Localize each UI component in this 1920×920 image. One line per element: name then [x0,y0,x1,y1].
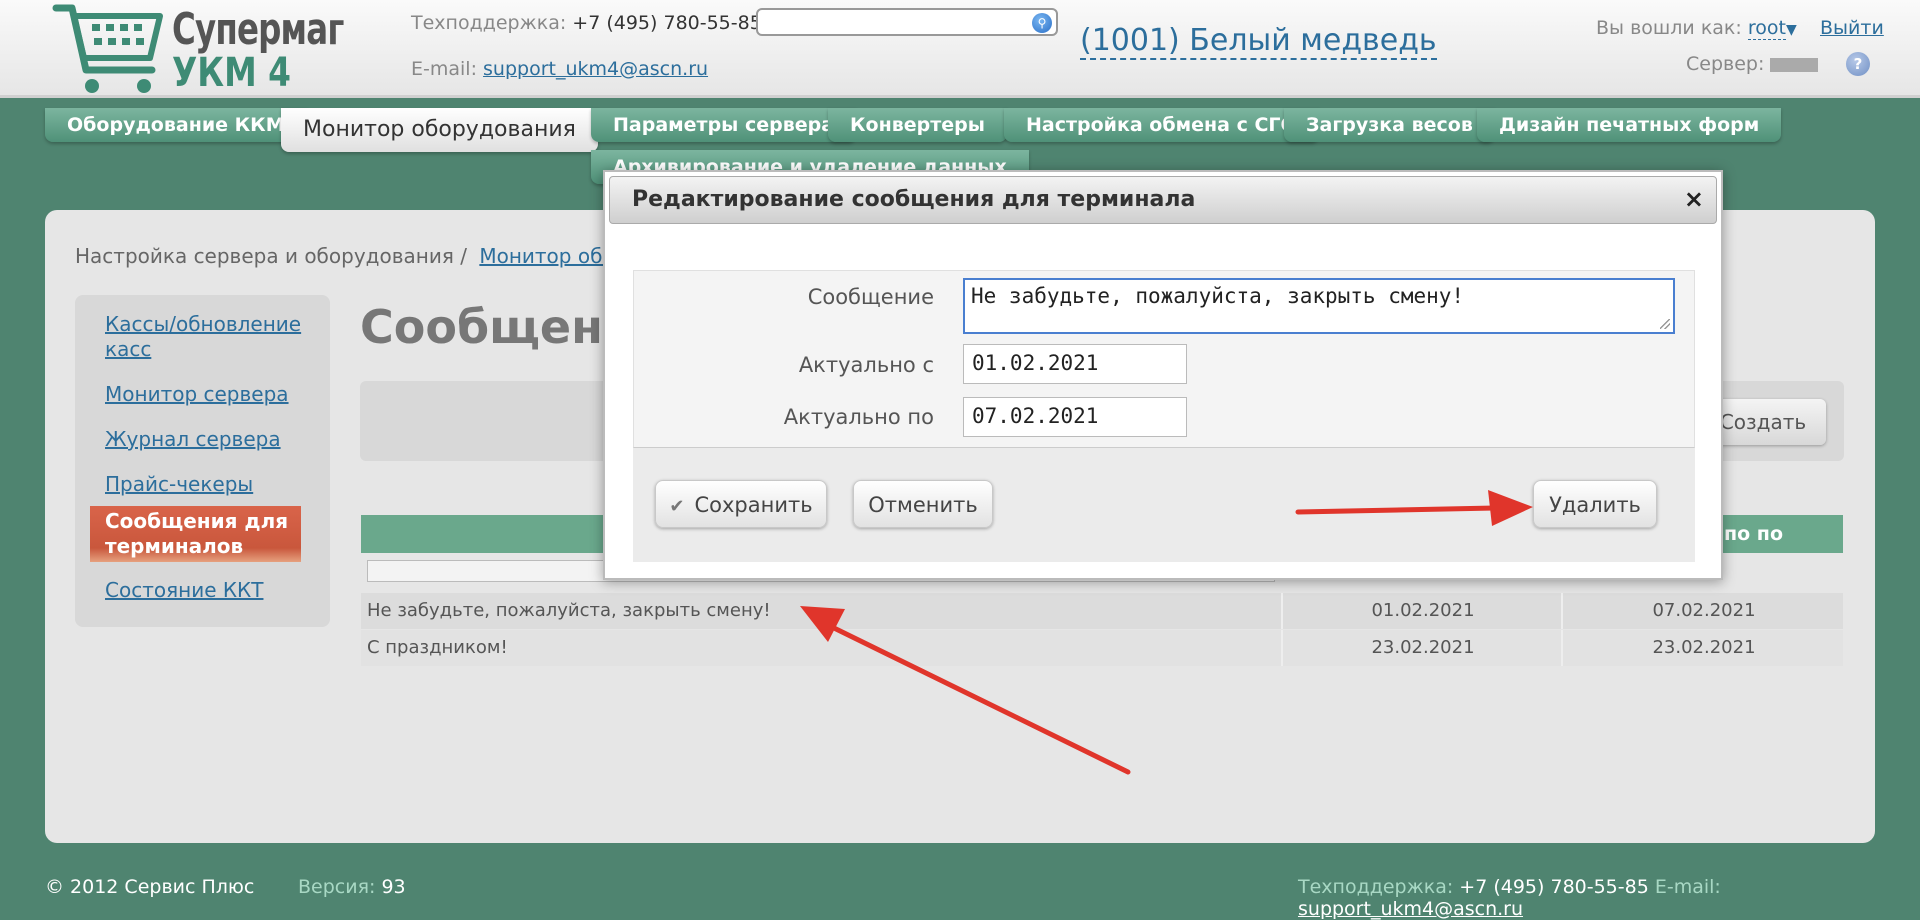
store-selector[interactable]: (1001) Белый медведь [1080,24,1437,60]
close-icon[interactable]: × [1684,185,1704,213]
dialog-form: Сообщение Не забудьте, пожалуйста, закры… [633,270,1695,448]
save-button[interactable]: ✔ Сохранить [655,480,827,528]
table-row[interactable]: Не забудьте, пожалуйста, закрыть смену! … [361,593,1843,629]
logout-link[interactable]: Выйти [1820,17,1884,39]
tab-equipment-monitor[interactable]: Монитор оборудования [281,108,598,152]
edit-message-dialog: Редактирование сообщения для терминала ×… [603,170,1723,580]
cancel-button[interactable]: Отменить [853,480,993,528]
checkmark-icon: ✔ [669,496,685,517]
from-label: Актуально с [798,353,934,377]
search-icon[interactable]: ⚲ [1032,13,1052,33]
server-info: Сервер: [1686,53,1819,75]
breadcrumb: Настройка сервера и оборудования / Монит… [75,244,628,268]
to-date-input[interactable]: 07.02.2021 [963,397,1187,437]
tab-server-params[interactable]: Параметры сервера [591,108,857,142]
dialog-title: Редактирование сообщения для терминала [632,187,1196,212]
search-input[interactable]: ⚲ [756,8,1058,36]
cell-message: Не забудьте, пожалуйста, закрыть смену! [367,600,771,621]
cell-to: 23.02.2021 [1561,630,1845,666]
sidebar-item-kkt-status[interactable]: Состояние ККТ [105,578,315,603]
logged-in-info: Вы вошли как: root▼ [1596,17,1797,40]
footer-support: Техподдержка: +7 (495) 780-55-85 E-mail:… [1298,876,1721,920]
support-email-link[interactable]: support_ukm4@ascn.ru [483,58,708,80]
footer-version: Версия: 93 [298,876,406,898]
sidebar-item-server-log[interactable]: Журнал сервера [105,427,315,452]
cell-from: 01.02.2021 [1281,593,1563,629]
to-label: Актуально по [783,405,934,429]
resize-handle-icon[interactable] [1660,319,1670,329]
user-menu[interactable]: root [1747,17,1786,40]
table-row[interactable]: С праздником! 23.02.2021 23.02.2021 [361,630,1843,666]
sidebar-item-server-monitor[interactable]: Монитор сервера [105,382,315,407]
tab-converters[interactable]: Конвертеры [828,108,1007,142]
column-header-to[interactable]: по по [1724,523,1783,545]
delete-button[interactable]: Удалить [1533,480,1657,528]
support-email: E-mail: support_ukm4@ascn.ru [411,58,709,80]
from-date-input[interactable]: 01.02.2021 [963,344,1187,384]
cell-from: 23.02.2021 [1281,630,1563,666]
help-icon[interactable]: ? [1846,52,1870,76]
dialog-buttons: ✔ Сохранить Отменить Удалить [633,448,1695,562]
header: Супермаг УКМ 4 Техподдержка: +7 (495) 78… [0,0,1920,98]
support-phone: Техподдержка: +7 (495) 780-55-85 [411,12,762,34]
brand-name: Супермаг [172,4,344,55]
cell-to: 07.02.2021 [1561,593,1845,629]
message-label: Сообщение [807,285,934,309]
tab-sgo-exchange[interactable]: Настройка обмена с СГО [1004,108,1319,142]
brand-product: УКМ 4 [172,50,291,96]
caret-down-icon[interactable]: ▼ [1786,22,1797,38]
tab-scales-load[interactable]: Загрузка весов [1284,108,1495,142]
dialog-header: Редактирование сообщения для терминала × [609,176,1717,224]
shopping-cart-logo-icon [52,4,163,93]
sidebar-item-terminal-messages[interactable]: Сообщения для терминалов [90,506,301,562]
cell-message: С праздником! [367,637,508,658]
sidebar: Кассы/обновление касс Монитор сервера Жу… [75,295,330,627]
sidebar-item-cash-registers[interactable]: Кассы/обновление касс [105,312,315,362]
tab-print-design[interactable]: Дизайн печатных форм [1477,108,1782,142]
footer-email-link[interactable]: support_ukm4@ascn.ru [1298,898,1523,920]
footer-copyright: © 2012 Сервис Плюс [45,876,255,898]
server-value-redacted [1770,57,1819,72]
tab-kkm-equipment[interactable]: Оборудование ККМ [45,108,307,142]
sidebar-item-price-checkers[interactable]: Прайс-чекеры [105,472,315,497]
message-textarea[interactable]: Не забудьте, пожалуйста, закрыть смену! [963,278,1675,334]
